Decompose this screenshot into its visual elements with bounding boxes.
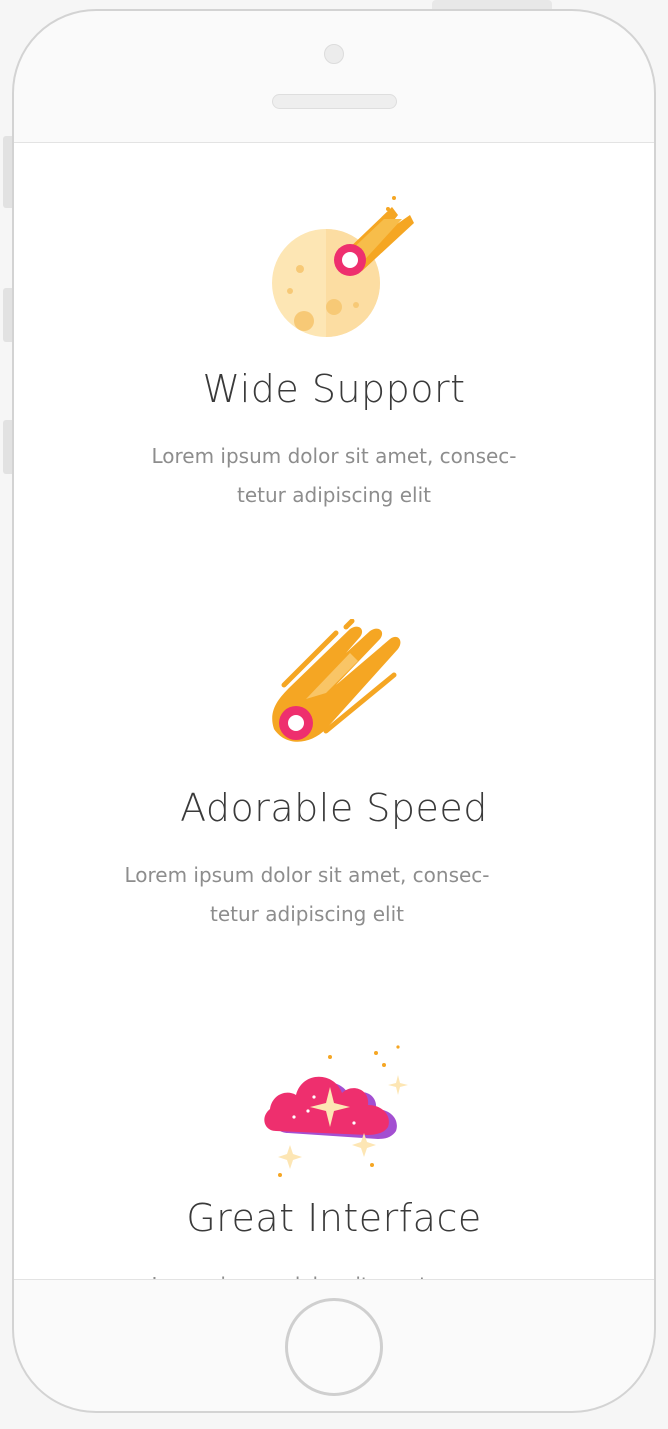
feature-title: Adorable Speed bbox=[180, 786, 488, 830]
earpiece-speaker bbox=[272, 94, 397, 109]
phone-screen[interactable]: Wide Support Lorem ipsum dolor sit amet,… bbox=[14, 142, 654, 1280]
feature-title: Wide Support bbox=[202, 367, 466, 411]
front-camera bbox=[324, 44, 344, 64]
cloud-stars-icon bbox=[264, 1045, 408, 1177]
mute-switch bbox=[3, 136, 12, 208]
power-button bbox=[432, 0, 552, 9]
feature-description-line-2: tetur adipiscing elit bbox=[210, 902, 404, 926]
planet-comet-icon bbox=[272, 196, 414, 337]
comet-icon bbox=[272, 619, 401, 742]
feature-description-line-1: Lorem ipsum dolor sit amet, consec- bbox=[124, 1266, 544, 1279]
volume-down-button bbox=[3, 420, 12, 474]
feature-description-line-1: Lorem ipsum dolor sit amet, consec- bbox=[151, 444, 517, 468]
volume-up-button bbox=[3, 288, 12, 342]
feature-description-line-1: Lorem ipsum dolor sit amet, consec- bbox=[124, 863, 490, 887]
feature-description-line-2: tetur adipiscing elit bbox=[237, 483, 431, 507]
home-button[interactable] bbox=[285, 1298, 383, 1396]
feature-title: Great Interface bbox=[186, 1196, 482, 1240]
